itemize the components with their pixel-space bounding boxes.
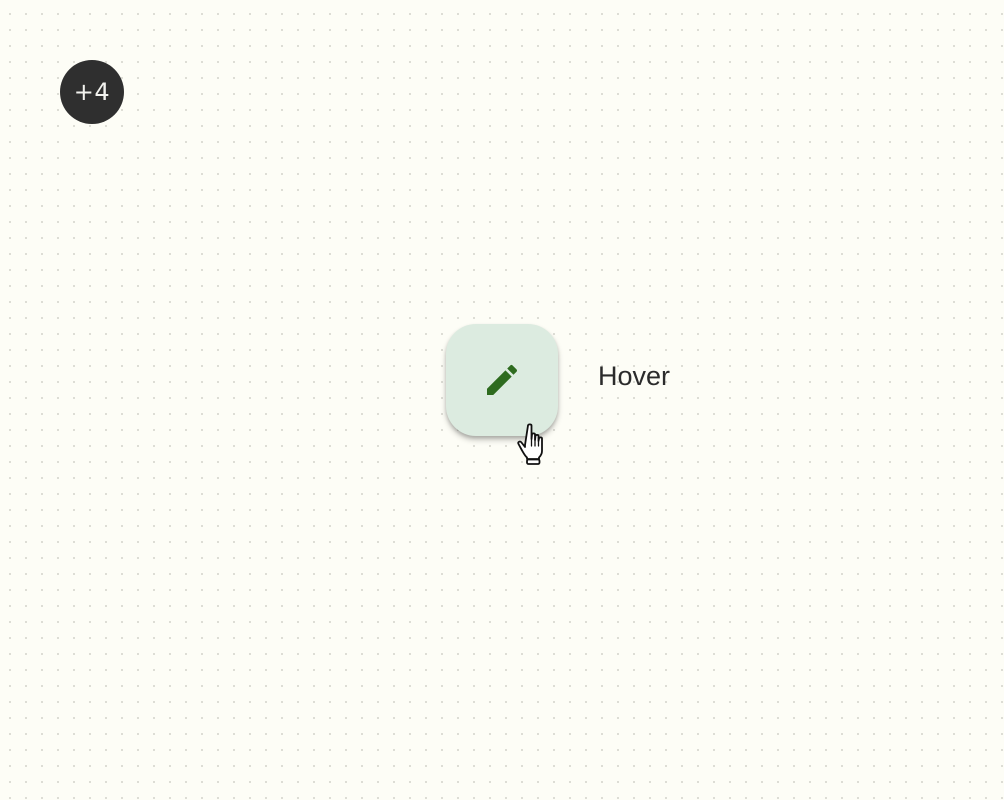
overflow-count-label: +4 [73, 78, 111, 106]
state-label: Hover [598, 361, 671, 391]
pencil-icon [487, 364, 518, 395]
edit-fab-button[interactable] [446, 324, 558, 436]
overflow-count-badge: +4 [60, 60, 124, 124]
